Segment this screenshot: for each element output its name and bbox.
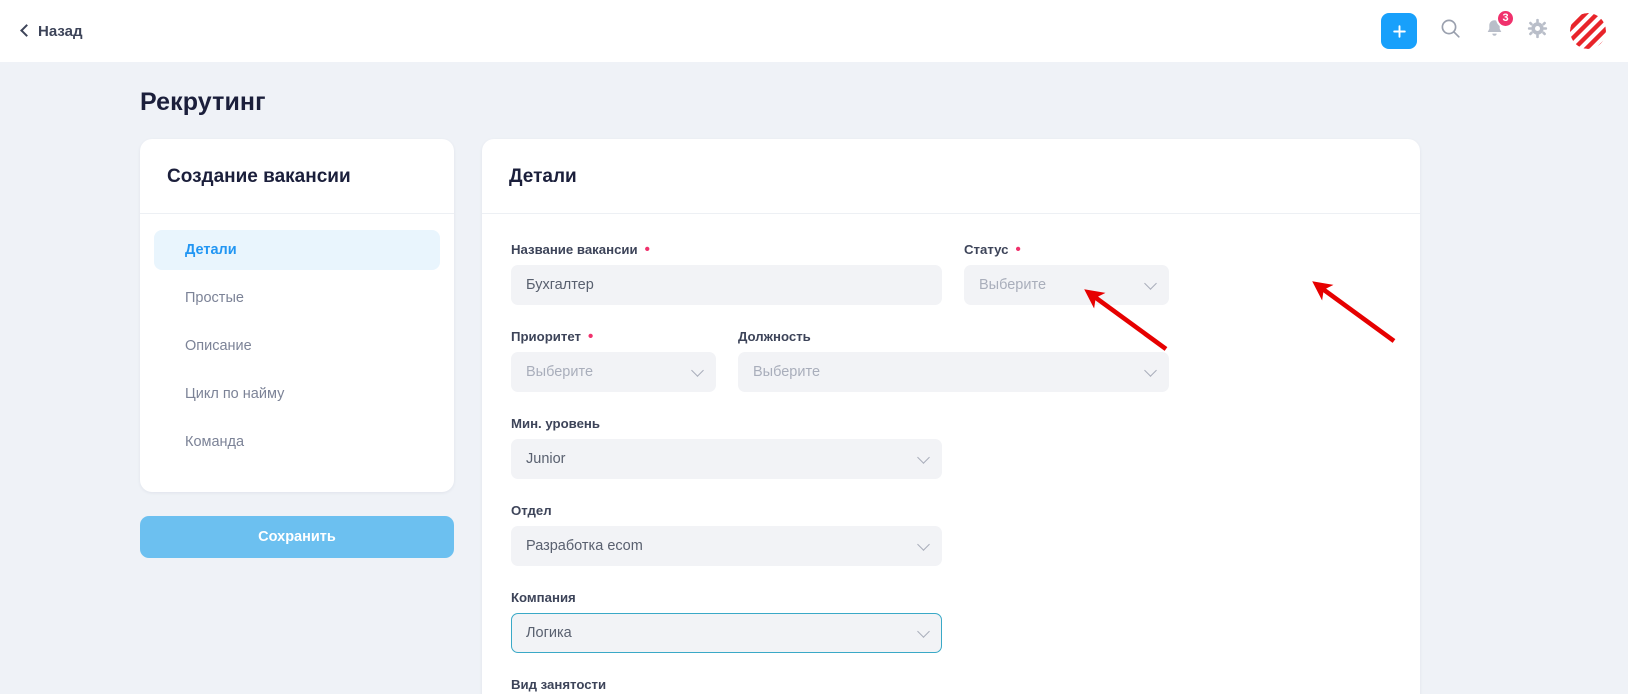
label-text: Мин. уровень (511, 416, 600, 431)
chevron-down-icon (1144, 363, 1157, 377)
select-value: Junior (526, 451, 566, 467)
vacancy-name-input[interactable]: Бухгалтер (511, 265, 942, 305)
label-text: Статус (964, 242, 1009, 257)
select-value: Разработка ecom (526, 538, 643, 554)
required-asterisk: • (644, 241, 650, 258)
field-label: Название вакансии • (511, 242, 942, 257)
field-label: Должность (738, 329, 1169, 344)
field-vacancy-name: Название вакансии • Бухгалтер (511, 242, 942, 305)
label-text: Вид занятости (511, 677, 607, 692)
details-form: Название вакансии • Бухгалтер Статус • В… (482, 214, 1420, 694)
field-label: Приоритет • (511, 329, 716, 344)
field-label: Мин. уровень (511, 416, 942, 431)
back-button[interactable]: Назад (20, 22, 83, 40)
select-placeholder: Выберите (526, 364, 594, 380)
chevron-down-icon (917, 624, 930, 638)
add-button[interactable] (1381, 13, 1417, 49)
select-placeholder: Выберите (979, 277, 1047, 293)
details-column: Детали Название вакансии • Бухгалтер Ста… (482, 139, 1420, 694)
field-priority: Приоритет • Выберите (511, 329, 716, 392)
page-content: Создание вакансии Детали Простые Описани… (0, 139, 1628, 694)
priority-select[interactable]: Выберите (511, 352, 716, 392)
chevron-left-icon (20, 24, 33, 37)
details-heading: Детали (482, 139, 1420, 214)
sidebar-item-details[interactable]: Детали (154, 230, 440, 270)
save-button[interactable]: Сохранить (140, 516, 454, 558)
top-bar-actions: 3 (1381, 8, 1606, 49)
field-min-level: Мин. уровень Junior (511, 416, 942, 479)
search-button[interactable] (1439, 17, 1462, 45)
sidebar-heading: Создание вакансии (140, 139, 454, 214)
select-value: Логика (526, 625, 572, 641)
field-label: Вид занятости (511, 677, 942, 692)
department-select[interactable]: Разработка ecom (511, 526, 942, 566)
label-text: Должность (738, 329, 811, 344)
sidebar-card: Создание вакансии Детали Простые Описани… (140, 139, 454, 492)
sidebar-nav: Детали Простые Описание Цикл по найму Ко… (140, 214, 454, 462)
avatar-logo-icon (1570, 13, 1606, 49)
details-card: Детали Название вакансии • Бухгалтер Ста… (482, 139, 1420, 694)
status-select[interactable]: Выберите (964, 265, 1169, 305)
top-bar: Назад 3 (0, 0, 1628, 62)
plus-icon (1392, 24, 1407, 39)
sidebar-item-label: Простые (185, 290, 244, 306)
notifications-button[interactable]: 3 (1484, 8, 1515, 45)
field-label: Статус • (964, 242, 1169, 257)
search-icon (1439, 17, 1462, 45)
page: Рекрутинг Создание вакансии Детали Прост… (0, 88, 1628, 694)
sidebar-item-hiring-cycle[interactable]: Цикл по найму (154, 374, 440, 414)
chevron-down-icon (691, 363, 704, 377)
page-title: Рекрутинг (140, 88, 266, 116)
field-employment-type: Вид занятости Полная занятость - удаленн… (511, 677, 942, 694)
chevron-down-icon (1144, 276, 1157, 290)
chevron-down-icon (917, 450, 930, 464)
field-status: Статус • Выберите (964, 242, 1169, 305)
avatar[interactable] (1570, 13, 1606, 49)
min-level-select[interactable]: Junior (511, 439, 942, 479)
field-position: Должность Выберите (738, 329, 1169, 392)
sidebar-item-description[interactable]: Описание (154, 326, 440, 366)
field-label: Компания (511, 590, 942, 605)
sidebar-item-simple[interactable]: Простые (154, 278, 440, 318)
back-button-label: Назад (38, 22, 83, 40)
field-label: Отдел (511, 503, 942, 518)
gear-icon (1527, 18, 1548, 44)
required-asterisk: • (587, 328, 594, 345)
label-text: Название вакансии (511, 242, 638, 257)
field-department: Отдел Разработка ecom (511, 503, 942, 566)
sidebar-item-team[interactable]: Команда (154, 422, 440, 462)
notification-badge: 3 (1496, 8, 1515, 28)
sidebar-column: Создание вакансии Детали Простые Описани… (140, 139, 454, 558)
label-text: Отдел (511, 503, 552, 518)
settings-button[interactable] (1527, 18, 1548, 44)
label-text: Компания (511, 590, 576, 605)
select-placeholder: Выберите (753, 364, 821, 380)
required-asterisk: • (1015, 241, 1021, 258)
sidebar-item-label: Описание (185, 338, 252, 354)
position-select[interactable]: Выберите (738, 352, 1169, 392)
field-company: Компания Логика (511, 590, 942, 653)
chevron-down-icon (917, 537, 930, 551)
sidebar-item-label: Цикл по найму (185, 386, 285, 402)
sidebar-item-label: Команда (185, 434, 245, 450)
input-value: Бухгалтер (526, 277, 594, 293)
sidebar-item-label: Детали (185, 242, 237, 258)
company-select[interactable]: Логика (511, 613, 942, 653)
label-text: Приоритет (511, 329, 581, 344)
